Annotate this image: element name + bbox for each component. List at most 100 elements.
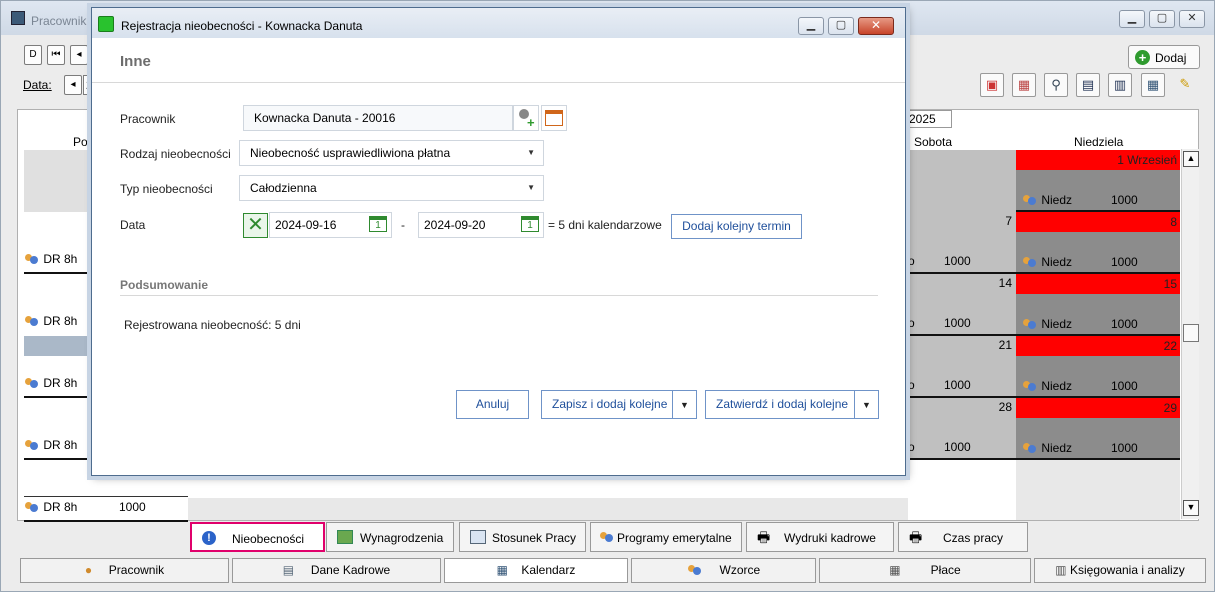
clear-dates-icon[interactable]: ✕ — [243, 213, 268, 238]
data-label: Data: — [23, 78, 52, 92]
minimize-button[interactable]: ▁ — [1119, 10, 1145, 28]
dialog-title: Rejestracja nieobecności - Kownacka Danu… — [121, 19, 363, 33]
tab-stosunek-pracy[interactable]: Stosunek Pracy — [459, 522, 586, 552]
add-button-label: Dodaj — [1155, 51, 1187, 65]
save-add-button[interactable]: Zapisz i dodaj kolejne ▼ — [541, 390, 697, 419]
calculator-icon: ▦ — [889, 563, 901, 577]
money-icon — [337, 530, 353, 544]
confirm-add-label: Zatwierdź i dodaj kolejne — [716, 397, 849, 411]
chevron-down-icon: ▼ — [527, 183, 535, 192]
col-header-sunday: Niedziela — [1074, 135, 1124, 149]
chevron-down-icon: ▼ — [527, 148, 535, 157]
dialog-maximize-button[interactable]: ▢ — [828, 17, 854, 35]
vertical-scrollbar[interactable]: ▲ ▼ — [1181, 149, 1199, 519]
people-icon — [1022, 380, 1038, 393]
tab-pracownik[interactable]: ● Pracownik — [20, 558, 229, 583]
tab-ksiegowania[interactable]: ▥ Księgowania i analizy — [1034, 558, 1206, 583]
date-from-field[interactable]: 2024-09-16 1 — [269, 212, 392, 238]
saturday-cell[interactable]: 28 o 1000 — [908, 398, 1016, 458]
people-icon — [1022, 256, 1038, 269]
tab-dane-kadrowe[interactable]: ▤ Dane Kadrowe — [232, 558, 441, 583]
rodzaj-value: Nieobecność usprawiedliwiona płatna — [250, 146, 451, 160]
ledger-icon: ▥ — [1055, 563, 1067, 577]
tab-wynagrodzenia[interactable]: Wynagrodzenia — [326, 522, 454, 552]
close-button[interactable]: ✕ — [1179, 10, 1205, 28]
people-icon — [687, 564, 703, 577]
tab-kalendarz[interactable]: ▦ Kalendarz — [444, 558, 628, 583]
calendar-person-icon[interactable]: ▥ — [1108, 73, 1132, 97]
year-field: 2025 — [906, 110, 952, 128]
nav-prev-button[interactable]: ◂ — [70, 45, 88, 65]
calendar-icon: ▦ — [496, 563, 508, 577]
left-row-value: 1000 — [119, 500, 146, 514]
nav-first-button[interactable]: D — [24, 45, 42, 65]
tab-wzorce[interactable]: Wzorce — [631, 558, 816, 583]
rodzaj-label: Rodzaj nieobecności — [120, 147, 231, 161]
sunday-cell[interactable]: 15 Niedz 1000 — [1016, 274, 1180, 334]
people-icon — [24, 439, 40, 452]
saturday-cell[interactable]: 14 o 1000 — [908, 274, 1016, 334]
date-separator: - — [401, 218, 405, 232]
add-person-icon[interactable]: + — [513, 105, 539, 131]
saturday-cell[interactable]: 21 o 1000 — [908, 336, 1016, 396]
date-to-field[interactable]: 2024-09-20 1 — [418, 212, 544, 238]
chevron-down-icon[interactable]: ▼ — [672, 391, 696, 418]
pracownik-field[interactable]: Kownacka Danuta - 20016 — [243, 105, 513, 131]
dialog-close-button[interactable]: ✕ — [858, 17, 894, 35]
tab-nieobecnosci[interactable]: ! Nieobecności — [190, 522, 325, 552]
main-window-title: Pracownik - — [31, 14, 94, 28]
dialog-heading: Inne — [120, 53, 151, 70]
sunday-cell[interactable]: 22 Niedz 1000 — [1016, 336, 1180, 396]
contract-icon: ▤ — [282, 563, 295, 577]
add-button[interactable]: + Dodaj — [1128, 45, 1200, 69]
tab-programy-emerytalne[interactable]: Programy emerytalne — [590, 522, 742, 552]
app-icon — [11, 11, 25, 25]
saturday-cell[interactable]: 7 o 1000 — [908, 212, 1016, 272]
typ-label: Typ nieobecności — [120, 182, 213, 196]
dialog-titlebar: Rejestracja nieobecności - Kownacka Danu… — [92, 8, 905, 38]
scroll-thumb[interactable] — [1183, 324, 1199, 342]
calendar-edit-icon[interactable]: ▦ — [1012, 73, 1036, 97]
dialog-minimize-button[interactable]: ▁ — [798, 17, 824, 35]
rodzaj-select[interactable]: Nieobecność usprawiedliwiona płatna ▼ — [239, 140, 544, 166]
people-icon — [24, 501, 40, 514]
confirm-add-button[interactable]: Zatwierdź i dodaj kolejne ▼ — [705, 390, 879, 419]
sunday-cell[interactable]: 1 Wrzesień Niedz 1000 — [1016, 150, 1180, 210]
days-count-text: = 5 dni kalendarzowe — [548, 218, 662, 232]
cancel-button[interactable]: Anuluj — [456, 390, 529, 419]
calendar-icon[interactable]: 1 — [521, 216, 539, 232]
date-prev-arrow[interactable]: ◂ — [64, 75, 82, 95]
summary-text: Rejestrowana nieobecność: 5 dni — [124, 318, 301, 332]
people-icon — [1022, 194, 1038, 207]
tab-place[interactable]: ▦ Płace — [819, 558, 1031, 583]
printer-icon: 🖶 — [909, 529, 923, 545]
col-header-saturday: Sobota — [914, 135, 953, 149]
people-icon — [24, 377, 40, 390]
sunday-cell[interactable]: 29 Niedz 1000 — [1016, 398, 1180, 458]
calendar-icon[interactable] — [541, 105, 567, 131]
calendar-red-icon[interactable]: ▣ — [980, 73, 1004, 97]
search-icon[interactable]: ⚲ — [1044, 73, 1068, 97]
chevron-down-icon[interactable]: ▼ — [854, 391, 878, 418]
people-icon — [1022, 442, 1038, 455]
summary-title: Podsumowanie — [120, 278, 209, 292]
left-row-5[interactable]: DR 8h 1000 — [24, 500, 188, 520]
typ-select[interactable]: Całodzienna ▼ — [239, 175, 544, 201]
pracownik-label: Pracownik — [120, 112, 176, 126]
absence-dialog: Rejestracja nieobecności - Kownacka Danu… — [91, 7, 906, 476]
plus-icon: + — [1135, 50, 1150, 65]
nav-prev-end-button[interactable]: ⏮ — [47, 45, 65, 65]
left-row-label: DR 8h — [43, 438, 78, 452]
calendar-grid-icon[interactable]: ▦ — [1141, 73, 1165, 97]
pencil-icon[interactable]: ✎ — [1173, 73, 1197, 97]
tab-czas-pracy[interactable]: 🖶 Czas pracy — [898, 522, 1028, 552]
tab-wydruki-kadrowe[interactable]: 🖶 Wydruki kadrowe — [746, 522, 894, 552]
info-icon: ! — [202, 531, 216, 545]
maximize-button[interactable]: ▢ — [1149, 10, 1175, 28]
calendar-icon[interactable]: 1 — [369, 216, 387, 232]
scroll-up-icon[interactable]: ▲ — [1183, 151, 1199, 167]
add-term-button[interactable]: Dodaj kolejny termin — [671, 214, 802, 239]
calendar-view-icon[interactable]: ▤ — [1076, 73, 1100, 97]
sunday-cell[interactable]: 8 Niedz 1000 — [1016, 212, 1180, 272]
scroll-down-icon[interactable]: ▼ — [1183, 500, 1199, 516]
